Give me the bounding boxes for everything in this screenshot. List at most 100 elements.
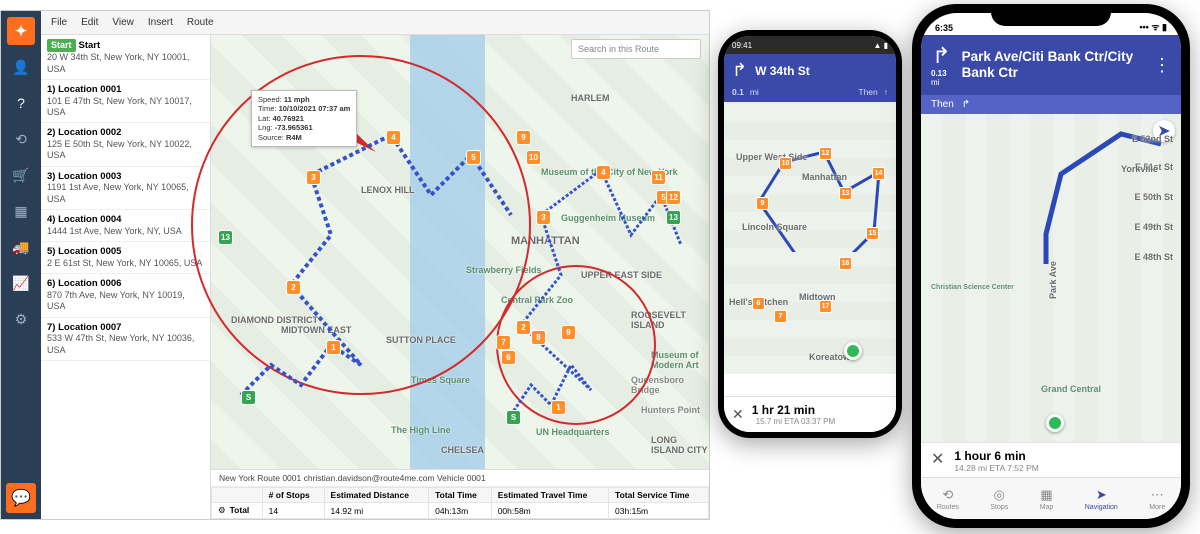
stop-item[interactable]: 3) Location 00031191 1st Ave, New York, … (41, 167, 210, 210)
nav-package-icon[interactable]: ▦ (6, 197, 36, 225)
th: Estimated Travel Time (491, 488, 608, 503)
close-icon[interactable]: ✕ (931, 449, 944, 469)
marker[interactable]: 7 (774, 310, 787, 323)
stop-label: 6) Location 0006 (47, 278, 121, 289)
map-label: Grand Central (1041, 384, 1101, 394)
nav-cart-icon[interactable]: 🛒 (6, 161, 36, 189)
th: Total Time (429, 488, 492, 503)
close-icon[interactable]: ✕ (732, 406, 744, 423)
marker[interactable]: 12 (819, 147, 832, 160)
menu-route[interactable]: Route (187, 17, 214, 28)
android-map[interactable]: Upper West Side Lincoln Square Midtown K… (724, 102, 896, 374)
nav-routes-icon[interactable]: ⟲ (6, 125, 36, 153)
routes-icon: ⟲ (942, 487, 953, 503)
chat-icon[interactable]: 💬 (6, 483, 36, 513)
marker[interactable]: 10 (526, 150, 541, 165)
more-icon: ⋯ (1151, 487, 1164, 503)
marker[interactable]: 4 (596, 165, 611, 180)
eta-sub: 15.7 mi ETA 03:37 PM (756, 417, 835, 426)
nav-help-icon[interactable]: ? (6, 89, 36, 117)
map-canvas[interactable]: Search in this Route MANHATTAN HARLEM LE… (211, 35, 709, 519)
arrow-up-icon: ↑ (884, 87, 888, 97)
track-tooltip: Speed: 11 mph Time: 10/10/2021 07:37 am … (251, 90, 357, 147)
th: Estimated Distance (324, 488, 429, 503)
destination-pin[interactable] (844, 342, 862, 360)
marker[interactable]: 11 (651, 170, 666, 185)
gear-icon[interactable]: ⚙ (218, 505, 226, 516)
tab-stops[interactable]: ◎Stops (990, 487, 1008, 511)
stop-label: 2) Location 0002 (47, 127, 121, 138)
marker[interactable]: 17 (819, 300, 832, 313)
nav-settings-icon[interactable]: ⚙ (6, 305, 36, 333)
stop-start[interactable]: StartStart 20 W 34th St, New York, NY 10… (41, 35, 210, 80)
marker[interactable]: 3 (536, 210, 551, 225)
marker[interactable]: 8 (531, 330, 546, 345)
stop-list[interactable]: StartStart 20 W 34th St, New York, NY 10… (41, 35, 211, 519)
marker[interactable]: 4 (386, 130, 401, 145)
tab-navigation[interactable]: ➤Navigation (1085, 487, 1118, 511)
stop-item[interactable]: 1) Location 0001101 E 47th St, New York,… (41, 80, 210, 123)
marker[interactable]: 6 (501, 350, 516, 365)
stop-address: 870 7th Ave, New York, NY 10019, USA (47, 290, 185, 311)
marker[interactable]: 9 (516, 130, 531, 145)
marker[interactable]: 13 (218, 230, 233, 245)
tab-routes[interactable]: ⟲Routes (937, 487, 959, 511)
marker[interactable]: 5 (466, 150, 481, 165)
map-label: E 50th St (1134, 192, 1173, 202)
map-label: Manhattan (802, 172, 847, 182)
iphone: 6:35 ••• ᯤ ▮ ↱ 0.13 mi Park Ave/Citi Ban… (912, 4, 1190, 528)
nav-fleet-icon[interactable]: 🚚 (6, 233, 36, 261)
marker[interactable]: 14 (872, 167, 885, 180)
menu-view[interactable]: View (112, 17, 134, 28)
marker[interactable]: 1 (326, 340, 341, 355)
marker[interactable]: 2 (286, 280, 301, 295)
nav-analytics-icon[interactable]: 📈 (6, 269, 36, 297)
iphone-map[interactable]: ➤ E 52nd St E 51st St E 50th St E 49th S… (921, 114, 1181, 442)
th: Total Service Time (609, 488, 709, 503)
marker[interactable]: 9 (561, 325, 576, 340)
navigation-icon: ➤ (1096, 487, 1107, 503)
marker[interactable]: 7 (496, 335, 511, 350)
eta-time: 1 hour 6 min (931, 449, 1171, 463)
stop-item[interactable]: 6) Location 0006870 7th Ave, New York, N… (41, 274, 210, 317)
marker-start[interactable]: S (506, 410, 521, 425)
stop-label: 1) Location 0001 (47, 84, 121, 95)
stop-address: 2 E 61st St, New York, NY 10065, USA (47, 258, 202, 268)
iphone-tabbar: ⟲Routes ◎Stops ▦Map ➤Navigation ⋯More (921, 477, 1181, 519)
more-icon[interactable]: ⋮ (1153, 55, 1171, 76)
marker-start[interactable]: S (241, 390, 256, 405)
menu-edit[interactable]: Edit (81, 17, 98, 28)
stop-label: 7) Location 0007 (47, 322, 121, 333)
marker[interactable]: 2 (516, 320, 531, 335)
menu-insert[interactable]: Insert (148, 17, 173, 28)
destination-pin[interactable] (1046, 414, 1064, 432)
iphone-notch (991, 4, 1111, 26)
stops-icon: ◎ (994, 487, 1005, 503)
marker[interactable]: 9 (756, 197, 769, 210)
stop-item[interactable]: 7) Location 0007533 W 47th St, New York,… (41, 318, 210, 361)
nav-user-icon[interactable]: 👤 (6, 53, 36, 81)
stop-item[interactable]: 5) Location 00052 E 61st St, New York, N… (41, 242, 210, 274)
marker[interactable]: 3 (306, 170, 321, 185)
distance-unit: mi (750, 87, 759, 97)
th: # of Stops (262, 488, 324, 503)
status-time: 6:35 (935, 23, 953, 33)
marker[interactable]: 6 (752, 297, 765, 310)
stop-item[interactable]: 2) Location 0002125 E 50th St, New York,… (41, 123, 210, 166)
stop-item[interactable]: 4) Location 00041444 1st Ave, New York, … (41, 210, 210, 242)
marker[interactable]: 13 (839, 187, 852, 200)
tab-more[interactable]: ⋯More (1149, 487, 1165, 511)
marker[interactable]: 16 (839, 257, 852, 270)
marker[interactable]: 13 (666, 210, 681, 225)
marker[interactable]: 10 (779, 157, 792, 170)
menu-file[interactable]: File (51, 17, 67, 28)
marker[interactable]: 1 (551, 400, 566, 415)
then-label: Then (931, 99, 954, 110)
map-label: Lincoln Square (742, 222, 807, 232)
tab-map[interactable]: ▦Map (1040, 487, 1054, 511)
stop-address: 101 E 47th St, New York, NY 10017, USA (47, 96, 192, 117)
map-label: Yorkville (1121, 164, 1158, 174)
app-logo[interactable]: ✦ (7, 17, 35, 45)
marker[interactable]: 15 (866, 227, 879, 240)
marker[interactable]: 12 (666, 190, 681, 205)
